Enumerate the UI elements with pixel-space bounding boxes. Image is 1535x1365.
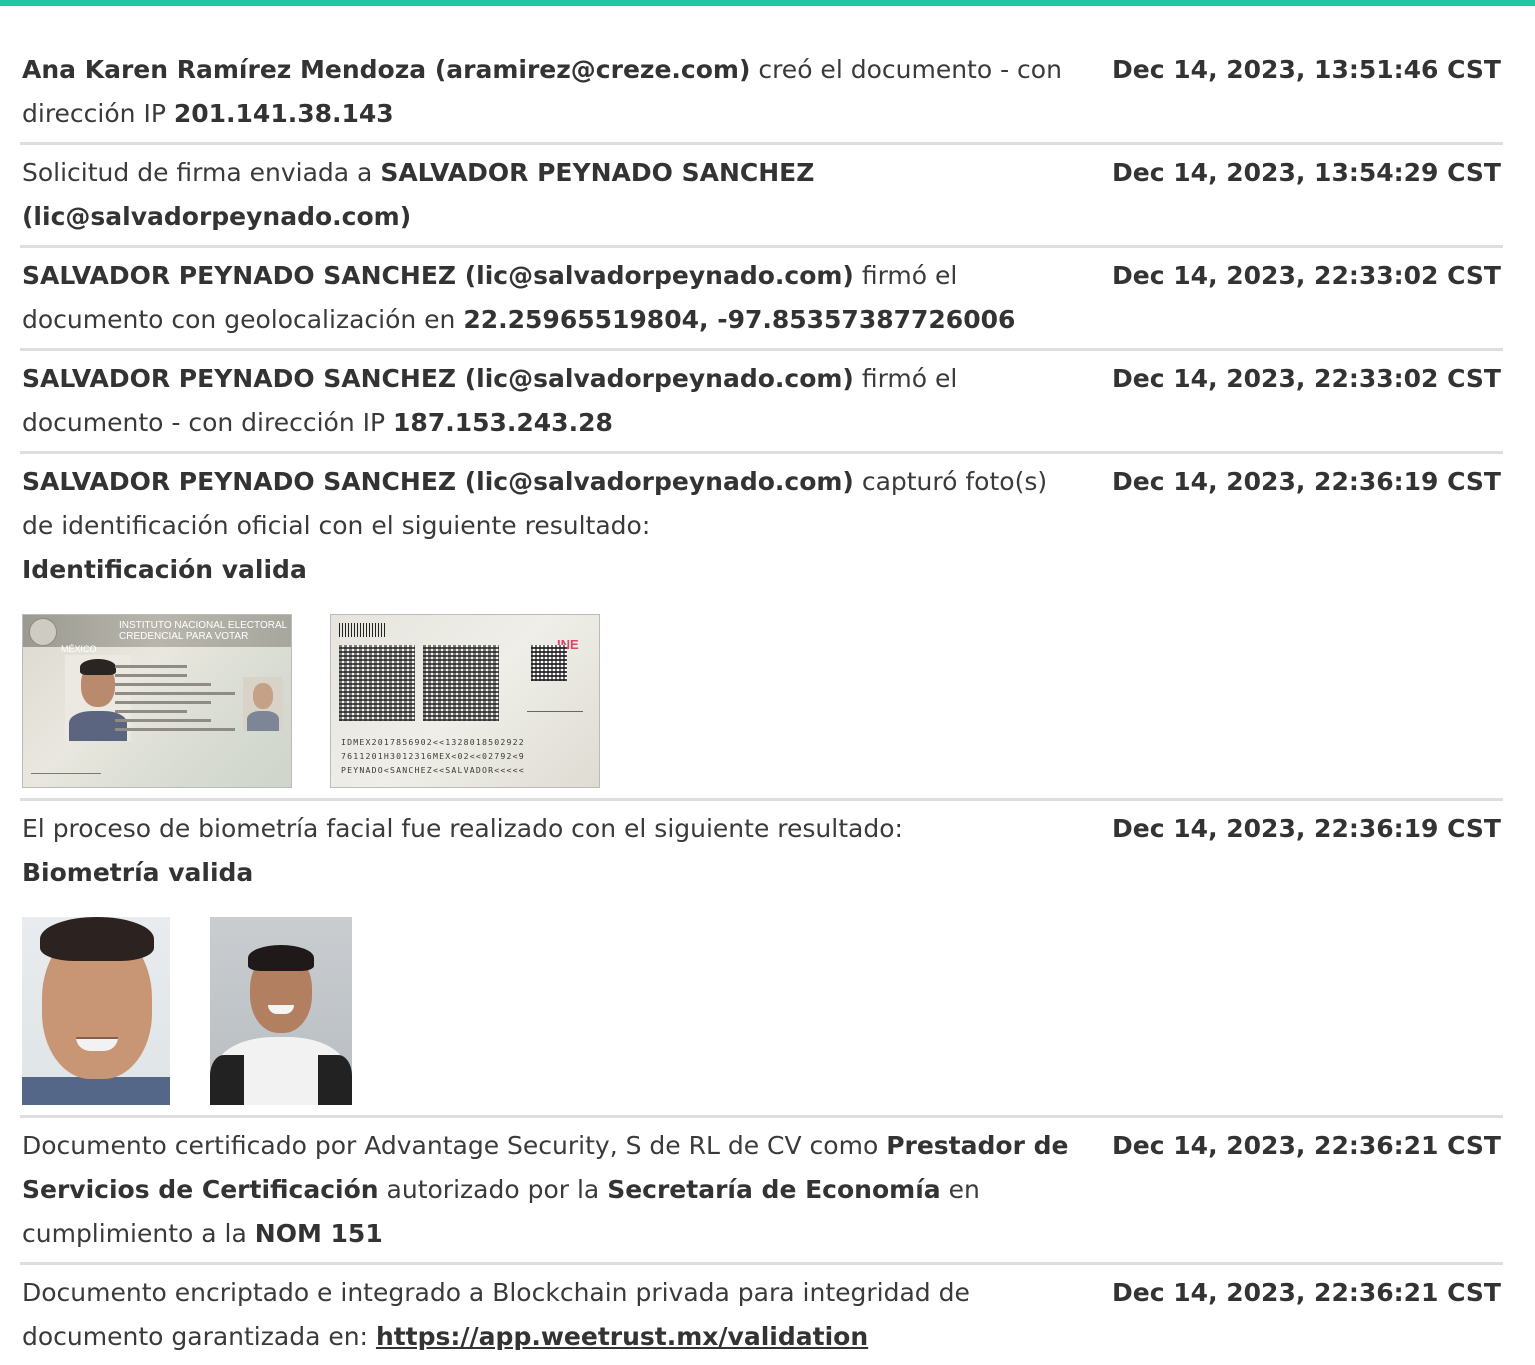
log-entry: SALVADOR PEYNADO SANCHEZ (lic@salvadorpe…: [20, 351, 1503, 454]
log-entry: Documento certificado por Advantage Secu…: [20, 1118, 1503, 1265]
bold-text: Ana Karen Ramírez Mendoza (aramirez@crez…: [22, 55, 751, 84]
bold-text: 201.141.38.143: [173, 99, 394, 128]
log-entry: Documento encriptado e integrado a Block…: [20, 1265, 1503, 1365]
log-entry: Ana Karen Ramírez Mendoza (aramirez@crez…: [20, 42, 1503, 145]
log-entry-description: Documento encriptado e integrado a Block…: [22, 1271, 1082, 1359]
id-card-front-image: MÉXICO INSTITUTO NACIONAL ELECTORAL CRED…: [22, 614, 292, 788]
log-entry-timestamp: Dec 14, 2023, 22:36:19 CST: [1112, 467, 1501, 496]
log-entry-description: Documento certificado por Advantage Secu…: [22, 1124, 1082, 1256]
log-entry: El proceso de biometría facial fue reali…: [20, 801, 1503, 1118]
text: Solicitud de firma enviada a: [22, 158, 381, 187]
id-institution-text: INSTITUTO NACIONAL ELECTORAL CREDENCIAL …: [119, 620, 288, 642]
bold-text: Secretaría de Economía: [607, 1175, 941, 1204]
log-entry-description: SALVADOR PEYNADO SANCHEZ (lic@salvadorpe…: [22, 254, 1082, 342]
bold-text: 22.25965519804, -97.85357387726006: [463, 305, 1016, 334]
log-entry: SALVADOR PEYNADO SANCHEZ (lic@salvadorpe…: [20, 454, 1503, 801]
top-accent-bar: [0, 0, 1535, 6]
qr-code: [531, 645, 567, 681]
audit-log: Ana Karen Ramírez Mendoza (aramirez@crez…: [20, 42, 1503, 1365]
selfie-photo: [210, 917, 352, 1105]
mrz-text: IDMEX2017856902<<1328018502922 7611201H3…: [341, 737, 525, 775]
id-card-back-image: INE IDMEX2017856902<<1328018502922 76112…: [330, 614, 600, 788]
bold-text: NOM 151: [254, 1219, 383, 1248]
log-entry-description: El proceso de biometría facial fue reali…: [22, 807, 1082, 1109]
log-entry-description: Solicitud de firma enviada a SALVADOR PE…: [22, 151, 1082, 239]
bold-text: 187.153.243.28: [393, 408, 613, 437]
face-images: [22, 917, 1082, 1105]
barcode: [339, 623, 387, 637]
log-entry-timestamp: Dec 14, 2023, 13:54:29 CST: [1112, 158, 1501, 187]
bold-text: Identificación valida: [22, 555, 307, 584]
bold-text: SALVADOR PEYNADO SANCHEZ (lic@salvadorpe…: [22, 467, 854, 496]
bold-text: Biometría valida: [22, 858, 254, 887]
log-entry: SALVADOR PEYNADO SANCHEZ (lic@salvadorpe…: [20, 248, 1503, 351]
log-entry-description: SALVADOR PEYNADO SANCHEZ (lic@salvadorpe…: [22, 357, 1082, 445]
log-entry-description: SALVADOR PEYNADO SANCHEZ (lic@salvadorpe…: [22, 460, 1082, 792]
log-entry-timestamp: Dec 14, 2023, 13:51:46 CST: [1112, 55, 1501, 84]
log-entry-timestamp: Dec 14, 2023, 22:33:02 CST: [1112, 364, 1501, 393]
log-entry-timestamp: Dec 14, 2023, 22:36:21 CST: [1112, 1278, 1501, 1307]
text: El proceso de biometría facial fue reali…: [22, 814, 903, 843]
log-entry-timestamp: Dec 14, 2023, 22:33:02 CST: [1112, 261, 1501, 290]
log-entry-timestamp: Dec 14, 2023, 22:36:21 CST: [1112, 1131, 1501, 1160]
log-entry: Solicitud de firma enviada a SALVADOR PE…: [20, 145, 1503, 248]
log-entry-description: Ana Karen Ramírez Mendoza (aramirez@crez…: [22, 48, 1082, 136]
bold-text: SALVADOR PEYNADO SANCHEZ (lic@salvadorpe…: [22, 364, 854, 393]
log-entry-timestamp: Dec 14, 2023, 22:36:19 CST: [1112, 814, 1501, 843]
validation-link[interactable]: https://app.weetrust.mx/validation: [376, 1322, 868, 1351]
id-images: MÉXICO INSTITUTO NACIONAL ELECTORAL CRED…: [22, 614, 1082, 788]
text: Documento certificado por Advantage Secu…: [22, 1131, 887, 1160]
text: autorizado por la: [378, 1175, 608, 1204]
id-face-photo: [22, 917, 170, 1105]
bold-text: SALVADOR PEYNADO SANCHEZ (lic@salvadorpe…: [22, 261, 854, 290]
signature: [31, 755, 101, 774]
